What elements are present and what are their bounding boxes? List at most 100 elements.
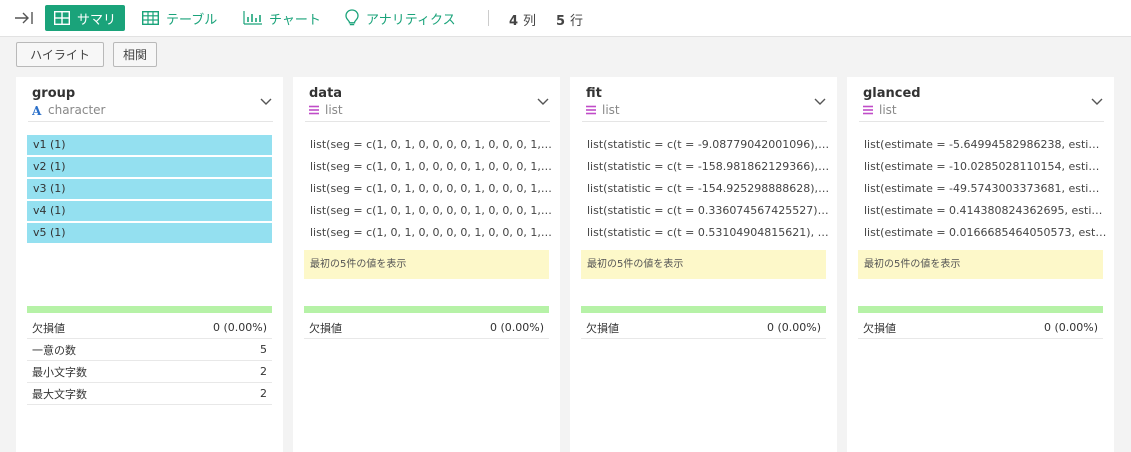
- column-count: 4列: [509, 10, 536, 29]
- toolbar-divider: [488, 10, 489, 26]
- completeness-bar: [581, 306, 826, 313]
- completeness-bar: [27, 306, 272, 313]
- column-count-value: 4: [509, 14, 519, 29]
- tab-chart-label: チャート: [269, 12, 321, 28]
- list-item: list(statistic = c(t = -154.925298888628…: [587, 182, 832, 195]
- column-type: list: [863, 103, 897, 117]
- list-item: list(statistic = c(t = -9.08779042001096…: [587, 138, 832, 151]
- collapse-panel-icon[interactable]: [13, 8, 35, 28]
- chevron-down-icon[interactable]: [536, 93, 550, 107]
- column-card-glanced: glanced list list(estimate = -5.64994582…: [847, 77, 1114, 452]
- list-item: list(statistic = c(t = -158.981862129366…: [587, 160, 832, 173]
- row-count-unit: 行: [570, 14, 584, 29]
- highlight-button[interactable]: ハイライト: [16, 42, 104, 67]
- stat-value: 0 (0.00%): [766, 321, 821, 334]
- stat-value: 2: [260, 365, 267, 378]
- column-name: glanced: [863, 86, 921, 101]
- summary-options-bar: ハイライト 相関: [0, 37, 1131, 75]
- chevron-down-icon[interactable]: [813, 93, 827, 107]
- stat-label: 最大文字数: [32, 387, 87, 401]
- table-icon: [142, 11, 159, 25]
- completeness-bar: [304, 306, 549, 313]
- stat-value: 5: [260, 343, 267, 356]
- list-item: list(estimate = 0.414380824362695, estim…: [864, 204, 1109, 217]
- column-name: fit: [586, 86, 602, 101]
- lightbulb-icon: [345, 9, 359, 27]
- column-count-unit: 列: [523, 14, 537, 29]
- stat-value: 2: [260, 387, 267, 400]
- tab-analytics[interactable]: アナリティクス: [345, 5, 456, 31]
- column-type: list: [309, 103, 343, 117]
- stat-label: 欠損値: [309, 321, 342, 335]
- list-type-icon: [586, 105, 596, 115]
- list-item: list(estimate = -5.64994582986238, estim…: [864, 138, 1109, 151]
- list-item: list(estimate = 0.0166685464050573, esti…: [864, 226, 1109, 239]
- row-count: 5行: [556, 10, 583, 29]
- tab-analytics-label: アナリティクス: [366, 12, 456, 28]
- show-first-values-link[interactable]: 最初の5件の値を表示: [304, 250, 549, 279]
- category-bar[interactable]: v3 (1): [27, 179, 272, 199]
- category-bar[interactable]: v1 (1): [27, 135, 272, 155]
- category-bar[interactable]: v4 (1): [27, 201, 272, 221]
- bar-chart-icon: [243, 11, 262, 25]
- chevron-down-icon[interactable]: [1090, 93, 1104, 107]
- list-item: list(seg = c(1, 0, 1, 0, 0, 0, 0, 1, 0, …: [310, 160, 555, 173]
- stat-label: 一意の数: [32, 343, 76, 357]
- category-bar[interactable]: v5 (1): [27, 223, 272, 243]
- list-item: list(seg = c(1, 0, 1, 0, 0, 0, 0, 1, 0, …: [310, 204, 555, 217]
- column-header: fit list: [582, 85, 827, 122]
- category-bar[interactable]: v2 (1): [27, 157, 272, 177]
- row-count-value: 5: [556, 14, 566, 29]
- stat-label: 欠損値: [586, 321, 619, 335]
- list-item: list(statistic = c(t = 0.336074567425527…: [587, 204, 832, 217]
- column-name: group: [32, 86, 76, 101]
- column-card-group: group A character v1 (1) v2 (1) v3 (1) v…: [16, 77, 283, 452]
- list-item: list(seg = c(1, 0, 1, 0, 0, 0, 0, 1, 0, …: [310, 138, 555, 151]
- stat-row: 最小文字数 2: [27, 361, 272, 383]
- stat-row: 一意の数 5: [27, 339, 272, 361]
- show-first-values-link[interactable]: 最初の5件の値を表示: [858, 250, 1103, 279]
- column-type-label: character: [48, 103, 106, 117]
- column-type: A character: [32, 103, 105, 117]
- svg-text:A: A: [32, 105, 42, 116]
- column-name: data: [309, 86, 343, 101]
- column-card-fit: fit list list(statistic = c(t = -9.08779…: [570, 77, 837, 452]
- toolbar: サマリ テーブル チャート アナリティクス 4列 5行: [0, 0, 1131, 37]
- chevron-down-icon[interactable]: [259, 93, 273, 107]
- column-card-data: data list list(seg = c(1, 0, 1, 0, 0, 0,…: [293, 77, 560, 452]
- column-header: data list: [305, 85, 550, 122]
- list-item: list(estimate = -49.5743003373681, estim…: [864, 182, 1109, 195]
- stat-value: 0 (0.00%): [489, 321, 544, 334]
- show-first-values-link[interactable]: 最初の5件の値を表示: [581, 250, 826, 279]
- column-header: group A character: [28, 85, 273, 122]
- list-type-icon: [863, 105, 873, 115]
- tab-summary[interactable]: サマリ: [45, 5, 126, 31]
- stat-row: 欠損値 0 (0.00%): [581, 317, 826, 339]
- stat-value: 0 (0.00%): [212, 321, 267, 334]
- correlation-button[interactable]: 相関: [113, 42, 157, 67]
- tab-chart[interactable]: チャート: [243, 5, 321, 31]
- stat-row: 欠損値 0 (0.00%): [27, 317, 272, 339]
- column-type-label: list: [602, 103, 620, 117]
- completeness-bar: [858, 306, 1103, 313]
- list-type-icon: [309, 105, 319, 115]
- column-type-label: list: [325, 103, 343, 117]
- tab-table-label: テーブル: [166, 12, 218, 28]
- character-type-icon: A: [32, 105, 42, 116]
- list-item: list(seg = c(1, 0, 1, 0, 0, 0, 0, 1, 0, …: [310, 226, 555, 239]
- stat-row: 欠損値 0 (0.00%): [858, 317, 1103, 339]
- tab-table[interactable]: テーブル: [142, 5, 217, 31]
- column-type: list: [586, 103, 620, 117]
- grid-icon: [54, 11, 70, 25]
- stat-label: 最小文字数: [32, 365, 87, 379]
- tab-summary-label: サマリ: [77, 12, 117, 28]
- column-type-label: list: [879, 103, 897, 117]
- stat-value: 0 (0.00%): [1043, 321, 1098, 334]
- stat-row: 欠損値 0 (0.00%): [304, 317, 549, 339]
- list-item: list(seg = c(1, 0, 1, 0, 0, 0, 0, 1, 0, …: [310, 182, 555, 195]
- stat-label: 欠損値: [32, 321, 65, 335]
- column-header: glanced list: [859, 85, 1104, 122]
- stat-row: 最大文字数 2: [27, 383, 272, 405]
- stat-label: 欠損値: [863, 321, 896, 335]
- list-item: list(estimate = -10.0285028110154, estim…: [864, 160, 1109, 173]
